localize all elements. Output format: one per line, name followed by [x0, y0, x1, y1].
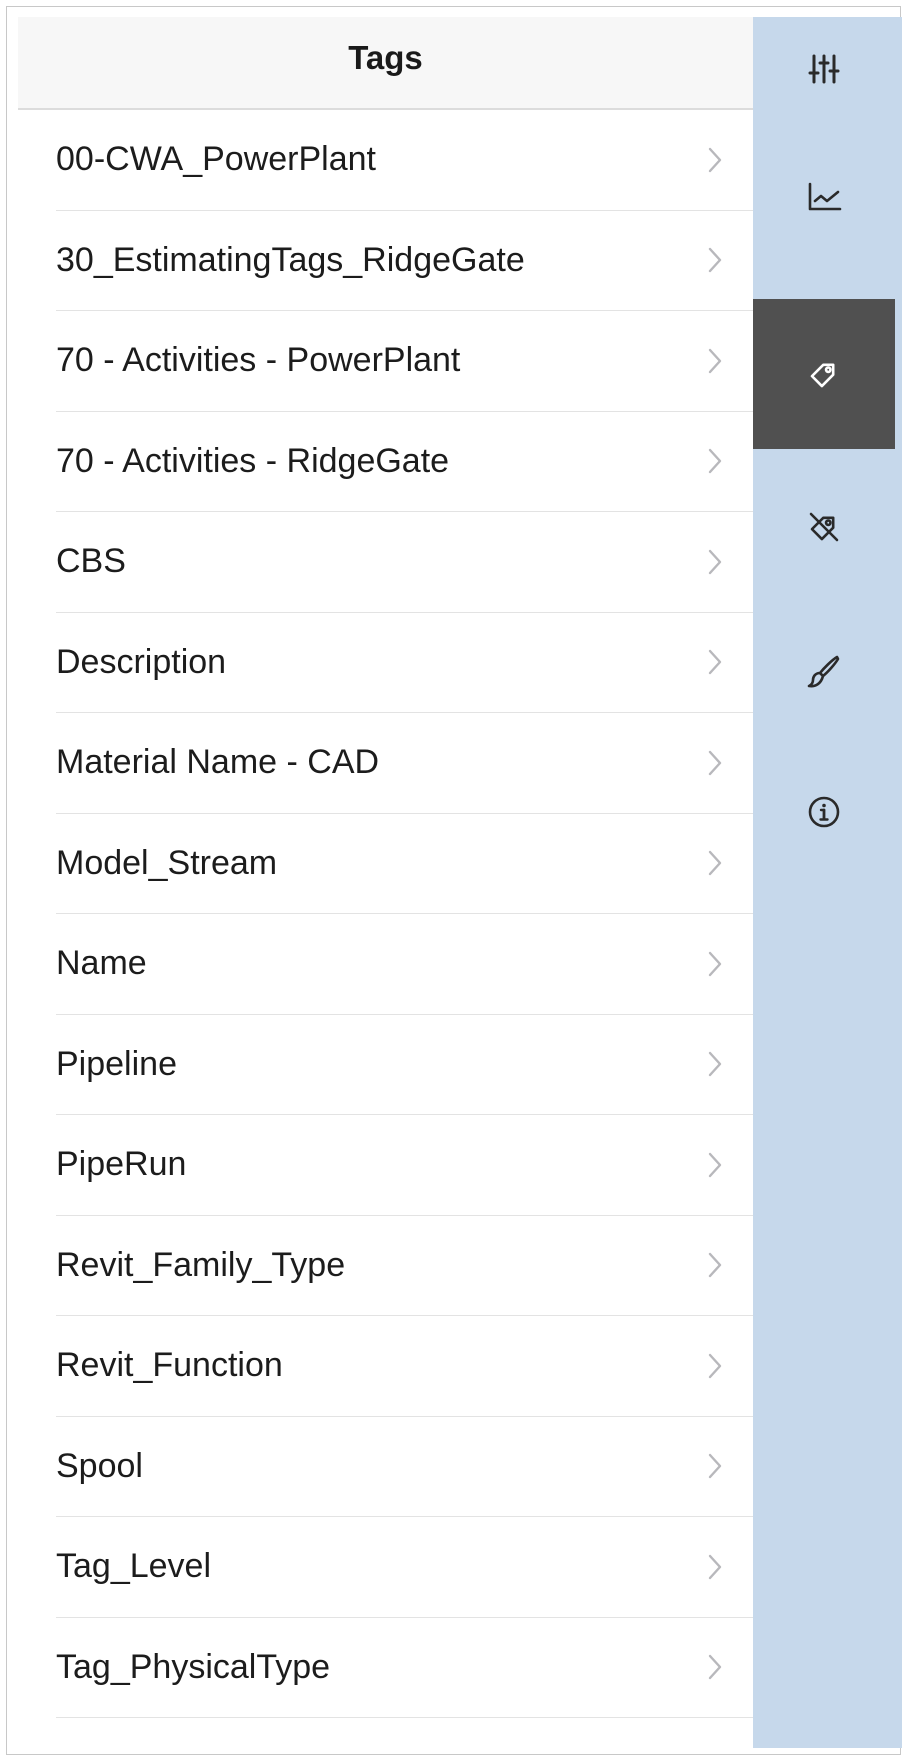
chevron-right-icon: [708, 851, 722, 876]
tag-row[interactable]: Spool: [56, 1417, 753, 1517]
chevron-right-icon: [708, 449, 722, 474]
tag-row[interactable]: Revit_Function: [56, 1316, 753, 1417]
tag-row[interactable]: Material Name - CAD: [56, 713, 753, 814]
tag-label: Description: [56, 642, 227, 681]
tag-label: Pipeline: [56, 1044, 177, 1083]
paint-button[interactable]: [753, 621, 895, 721]
tag-label: CBS: [56, 542, 126, 581]
tag-label: Revit_Function: [56, 1346, 283, 1385]
chart-button[interactable]: [753, 147, 895, 247]
tag-list: 00-CWA_PowerPlant 30_EstimatingTags_Ridge…: [18, 110, 753, 1718]
tag-row[interactable]: Model_Stream: [56, 814, 753, 914]
chevron-right-icon: [708, 1052, 722, 1077]
chevron-right-icon: [708, 1454, 722, 1479]
chevron-right-icon: [708, 549, 722, 574]
tag-label: PipeRun: [56, 1145, 187, 1184]
chevron-right-icon: [708, 1152, 722, 1177]
chevron-right-icon: [708, 1353, 722, 1378]
chevron-right-icon: [708, 248, 722, 273]
tag-row[interactable]: Tag_Level: [56, 1517, 753, 1618]
untag-button[interactable]: [753, 477, 895, 577]
tag-label: 30_EstimatingTags_RidgeGate: [56, 240, 525, 279]
info-button[interactable]: [753, 762, 895, 862]
tag-icon: [810, 363, 835, 388]
chevron-right-icon: [708, 147, 722, 172]
tag-label: 00-CWA_PowerPlant: [56, 140, 376, 179]
tag-row[interactable]: 00-CWA_PowerPlant: [56, 110, 753, 211]
tag-row[interactable]: Name: [56, 914, 753, 1015]
info-icon: [808, 796, 840, 828]
tag-label: Name: [56, 944, 147, 983]
chevron-right-icon: [708, 750, 722, 775]
tag-row[interactable]: Revit_Family_Type: [56, 1216, 753, 1316]
tool-sidebar: [753, 17, 902, 1748]
tag-label: 70 - Activities - PowerPlant: [56, 341, 461, 380]
tags-panel: Tags 00-CWA_PowerPlant 30_EstimatingTags_…: [18, 17, 753, 1748]
tag-label: Tag_Level: [56, 1547, 212, 1586]
tag-label: Model_Stream: [56, 843, 278, 882]
tags-button[interactable]: [753, 299, 895, 449]
tag-label: 70 - Activities - RidgeGate: [56, 441, 450, 480]
tag-row[interactable]: Tag_PhysicalType: [56, 1618, 753, 1718]
line-chart-icon: [808, 182, 842, 211]
tag-row[interactable]: PipeRun: [56, 1115, 753, 1216]
chevron-right-icon: [708, 1253, 722, 1278]
tag-row[interactable]: 70 - Activities - RidgeGate: [56, 412, 753, 512]
tag-label: Material Name - CAD: [56, 743, 380, 782]
tag-row[interactable]: CBS: [56, 512, 753, 613]
filters-button[interactable]: [753, 19, 895, 119]
tag-label: Tag_PhysicalType: [56, 1647, 331, 1686]
panel-header: Tags: [18, 17, 753, 110]
sliders-icon: [808, 54, 840, 84]
tag-row[interactable]: Pipeline: [56, 1015, 753, 1115]
page-title: Tags: [348, 38, 423, 76]
tag-off-icon: [809, 512, 839, 542]
chevron-right-icon: [708, 650, 722, 675]
tag-label: Revit_Family_Type: [56, 1245, 346, 1284]
chevron-right-icon: [708, 951, 722, 976]
chevron-right-icon: [708, 348, 722, 373]
tag-row[interactable]: Description: [56, 613, 753, 713]
tag-label: Spool: [56, 1446, 143, 1485]
tag-row[interactable]: 70 - Activities - PowerPlant: [56, 311, 753, 412]
brush-icon: [807, 655, 840, 688]
chevron-right-icon: [708, 1655, 722, 1680]
tag-row[interactable]: 30_EstimatingTags_RidgeGate: [56, 211, 753, 311]
chevron-right-icon: [708, 1554, 722, 1579]
